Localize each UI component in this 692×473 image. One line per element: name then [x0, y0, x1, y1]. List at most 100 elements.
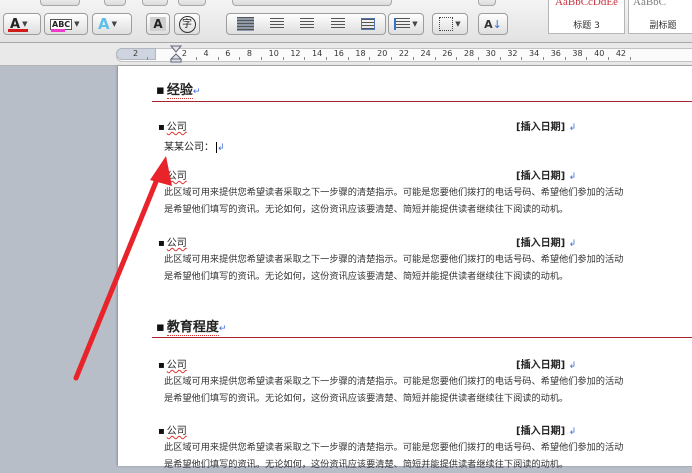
toolbar-top-button-1[interactable] — [40, 0, 80, 6]
line-spacing-icon — [394, 18, 411, 30]
ruler-tick — [629, 57, 631, 60]
section-divider — [152, 101, 692, 102]
date-placeholder[interactable]: [插入日期] ↲ — [516, 167, 576, 182]
toolbar-top-button-3[interactable] — [142, 0, 168, 6]
date-placeholder[interactable]: [插入日期] ↲ — [516, 356, 576, 371]
ruler-tick — [217, 57, 219, 60]
ruler-tick — [147, 57, 148, 60]
sort-button[interactable]: A ↓ — [478, 13, 508, 35]
borders-button[interactable]: ▼ — [432, 13, 468, 35]
company-label[interactable]: ▪ 公司 — [158, 118, 187, 133]
toolbar-top-button-4[interactable] — [178, 0, 206, 6]
ruler-tick — [391, 57, 393, 60]
ruler-number: 36 — [550, 49, 561, 58]
date-placeholder[interactable]: [插入日期] ↲ — [516, 234, 576, 249]
ruler-tick — [195, 57, 197, 60]
document-page[interactable]: ▪ 经验↵ ▪ 公司 [插入日期] ↲ 某某公司： ↲ ▪ 公司 [插入日期] ↲ 此区… — [118, 66, 692, 470]
body-paragraph[interactable]: 此区域可用来提供您希望读者采取之下一步骤的清楚指示。可能是您要他们拨打的电话号码… — [164, 439, 692, 473]
highlight-button[interactable]: ABC ▼ — [44, 13, 88, 35]
ruler-number: 20 — [377, 49, 388, 58]
ruler-tick — [260, 57, 262, 60]
ruler-number: 26 — [442, 49, 453, 58]
ruler-number: 12 — [290, 49, 301, 58]
style-subtitle[interactable]: AaBbC 副标题 — [628, 0, 692, 34]
horizontal-ruler[interactable]: 2 2 4 6 8 10 12 14 16 18 20 22 24 26 28 30 32 34 36 38 40 42 — [0, 43, 692, 66]
font-color-button[interactable]: A ▼ — [3, 13, 41, 35]
justify-icon[interactable] — [330, 18, 345, 30]
chevron-down-icon: ▼ — [111, 20, 117, 28]
chevron-down-icon: ▼ — [412, 20, 418, 28]
ruler-number: 34 — [529, 49, 540, 58]
section-heading-education[interactable]: ▪ 教育程度↵ — [156, 316, 226, 336]
ruler-tick — [239, 57, 241, 60]
ruler-tick — [304, 57, 306, 60]
enclose-characters-button[interactable]: 字 — [174, 13, 200, 35]
formatting-toolbar: A ▼ ABC ▼ A ▼ A 字 ▼ ▼ A ↓ AaBbCcDdEe 标题 … — [0, 0, 692, 43]
ruler-number: 2 — [181, 49, 187, 58]
sort-arrow-icon: ↓ — [492, 17, 502, 31]
section-divider — [152, 337, 692, 338]
ruler-number: 24 — [420, 49, 431, 58]
sort-icon: A — [484, 17, 493, 31]
ruler-number: 40 — [594, 49, 605, 58]
borders-icon — [439, 17, 454, 31]
chevron-down-icon: ▼ — [74, 20, 80, 28]
style-name: 副标题 — [649, 21, 677, 31]
company-label[interactable]: ▪ 公司 — [158, 422, 187, 437]
enclose-characters-icon: 字 — [178, 15, 196, 33]
ruler-tick — [412, 57, 414, 60]
ruler-number: 42 — [615, 49, 626, 58]
ruler-tick — [347, 57, 349, 60]
ruler-number: 10 — [268, 49, 279, 58]
ruler-number: 22 — [398, 49, 409, 58]
character-shading-button[interactable]: A — [146, 13, 170, 35]
ruler-number: 2 — [133, 49, 139, 58]
body-paragraph[interactable]: 此区域可用来提供您希望读者采取之下一步骤的清楚指示。可能是您要他们拨打的电话号码… — [164, 184, 692, 218]
company-label[interactable]: ▪ 公司 — [158, 356, 187, 371]
highlight-swatch — [51, 29, 65, 32]
align-right-icon[interactable] — [300, 18, 315, 30]
style-sample: AaBbCcDdEe — [555, 0, 618, 8]
date-placeholder[interactable]: [插入日期] ↲ — [516, 118, 576, 133]
style-heading-3[interactable]: AaBbCcDdEe 标题 3 — [548, 0, 625, 34]
font-color-swatch — [8, 29, 28, 32]
toolbar-top-button-2[interactable] — [104, 0, 126, 6]
body-paragraph[interactable]: 此区域可用来提供您希望读者采取之下一步骤的清楚指示。可能是您要他们拨打的电话号码… — [164, 251, 692, 285]
ruler-number: 6 — [225, 49, 231, 58]
body-paragraph[interactable]: 此区域可用来提供您希望读者采取之下一步骤的清楚指示。可能是您要他们拨打的电话号码… — [164, 373, 692, 407]
ruler-tick — [586, 57, 588, 60]
ruler-number: 18 — [355, 49, 366, 58]
text-effect-icon: A — [98, 15, 110, 33]
ruler-tick — [564, 57, 566, 60]
style-name: 标题 3 — [573, 21, 600, 31]
align-left-icon[interactable] — [237, 17, 255, 31]
ruler-number: 30 — [485, 49, 496, 58]
toolbar-top-button-5[interactable] — [232, 0, 392, 6]
ruler-tick — [326, 57, 328, 60]
ruler-number: 14 — [312, 49, 323, 58]
ruler-number: 28 — [463, 49, 475, 58]
ruler-tick — [456, 57, 458, 60]
company-label[interactable]: ▪ 公司 — [158, 167, 187, 182]
highlight-icon: ABC — [50, 18, 73, 30]
chevron-down-icon: ▼ — [22, 20, 28, 28]
ruler-number: 4 — [203, 49, 209, 58]
indent-marker-icon[interactable] — [170, 45, 182, 63]
ruler-number: 8 — [246, 49, 253, 58]
company-label[interactable]: ▪ 公司 — [158, 234, 187, 249]
align-center-icon[interactable] — [270, 18, 285, 30]
date-placeholder[interactable]: [插入日期] ↲ — [516, 422, 576, 437]
text-effect-button[interactable]: A ▼ — [92, 13, 132, 35]
typed-text-line[interactable]: 某某公司： ↲ — [164, 138, 225, 153]
style-sample: AaBbC — [633, 0, 666, 8]
ruler-tick — [499, 57, 501, 60]
ruler-tick — [282, 57, 284, 60]
ruler-number: 16 — [333, 49, 344, 58]
line-spacing-button[interactable]: ▼ — [388, 13, 424, 35]
toolbar-top-button-6[interactable] — [478, 0, 496, 6]
ruler-tick — [477, 57, 479, 60]
section-heading-experience[interactable]: ▪ 经验↵ — [156, 79, 200, 99]
ruler-tick — [434, 57, 436, 60]
alignment-group — [226, 13, 386, 35]
distribute-icon[interactable] — [360, 18, 375, 30]
